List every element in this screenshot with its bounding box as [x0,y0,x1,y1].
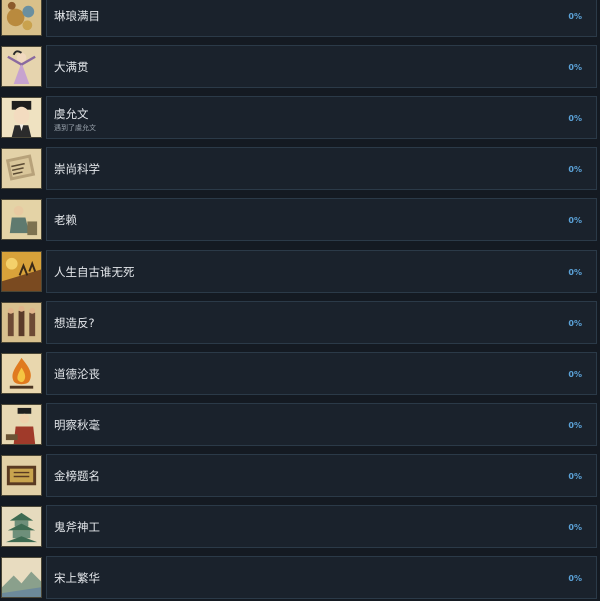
unlock-percentage: 0% [568,319,582,328]
achievement-panel: 崇尚科学 0% [46,147,597,190]
achievement-row[interactable]: 大满贯 0% [0,45,597,89]
achievement-panel: 宋上繁华 0% [46,556,597,599]
achievement-row[interactable]: 老赖 0% [0,198,597,242]
achievement-title: 大满贯 [54,60,89,74]
achievement-panel: 鬼斧神工 0% [46,505,597,548]
achievement-row[interactable]: 崇尚科学 0% [0,147,597,191]
achievement-panel: 大满贯 0% [46,45,597,88]
achievement-panel: 金榜题名 0% [46,454,597,497]
battle-scene-icon [1,251,42,292]
achievement-title: 老赖 [54,213,77,227]
achievement-description: 遇到了虞允文 [54,124,96,132]
seated-man-icon [1,199,42,240]
achievement-title: 明察秋毫 [54,418,100,432]
unlock-percentage: 0% [568,216,582,225]
pagoda-icon [1,506,42,547]
scroll-book-icon [1,148,42,189]
achievement-panel: 虞允文遇到了虞允文 0% [46,96,597,139]
soldiers-icon [1,302,42,343]
achievement-title: 宋上繁华 [54,571,100,585]
achievement-row[interactable]: 道德沦丧 0% [0,352,597,396]
unlock-percentage: 0% [568,574,582,583]
unlock-percentage: 0% [568,165,582,174]
achievement-row[interactable]: 琳琅满目 0% [0,0,597,38]
unlock-percentage: 0% [568,370,582,379]
unlock-percentage: 0% [568,12,582,21]
achievement-panel: 老赖 0% [46,198,597,241]
achievement-title: 琳琅满目 [54,9,100,23]
achievement-row[interactable]: 想造反? 0% [0,301,597,345]
achievement-title: 虞允文 [54,107,89,121]
achievement-row[interactable]: 明察秋毫 0% [0,403,597,447]
unlock-percentage: 0% [568,421,582,430]
fire-icon [1,353,42,394]
achievement-title: 人生自古谁无死 [54,265,135,279]
official-icon [1,404,42,445]
unlock-percentage: 0% [568,523,582,532]
achievement-panel: 人生自古谁无死 0% [46,250,597,293]
unlock-percentage: 0% [568,114,582,123]
achievement-panel: 想造反? 0% [46,301,597,344]
achievement-title: 鬼斧神工 [54,520,100,534]
unlock-percentage: 0% [568,63,582,72]
achievement-title: 崇尚科学 [54,162,100,176]
achievement-row[interactable]: 人生自古谁无死 0% [0,250,597,294]
achievement-title: 想造反? [54,316,95,330]
dancer-icon [1,46,42,87]
achievement-row[interactable]: 虞允文遇到了虞允文 0% [0,96,597,140]
unlock-percentage: 0% [568,472,582,481]
jewelry-icon [1,0,42,36]
landscape-icon [1,557,42,598]
plaque-icon [1,455,42,496]
achievement-panel: 明察秋毫 0% [46,403,597,446]
achievement-panel: 道德沦丧 0% [46,352,597,395]
unlock-percentage: 0% [568,268,582,277]
achievement-row[interactable]: 金榜题名 0% [0,454,597,498]
achievement-title: 金榜题名 [54,469,100,483]
achievement-panel: 琳琅满目 0% [46,0,597,37]
achievement-title: 道德沦丧 [54,367,100,381]
scholar-portrait-icon [1,97,42,138]
achievement-row[interactable]: 鬼斧神工 0% [0,505,597,549]
achievement-row[interactable]: 宋上繁华 0% [0,556,597,600]
achievement-list: 琳琅满目 0% 大满贯 0% 虞允文遇到了虞允文 0% 崇尚科学 0% 老赖 0% 人生自古谁无死 0… [0,0,600,601]
